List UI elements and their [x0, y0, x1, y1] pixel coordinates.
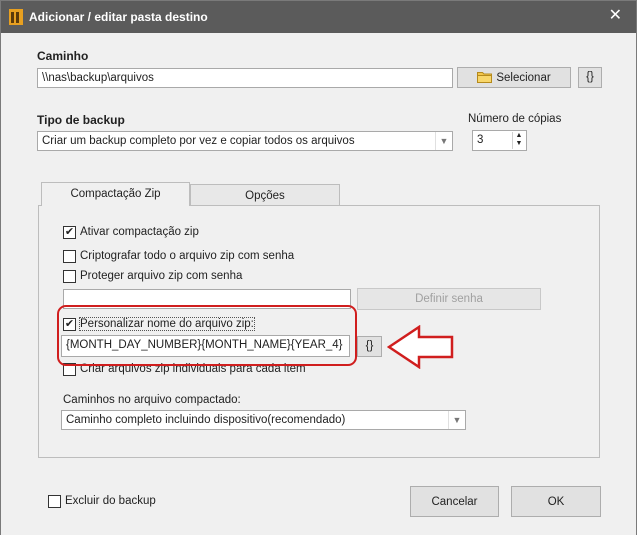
- add-edit-destination-dialog: Adicionar / editar pasta destino ✕ Camin…: [0, 0, 637, 535]
- encrypt-zip-label: Criptografar todo o arquivo zip com senh…: [80, 250, 295, 262]
- exclude-from-backup-checkbox[interactable]: [48, 495, 61, 508]
- stepper-buttons: ▲ ▼: [512, 132, 525, 149]
- folder-icon: [477, 72, 493, 83]
- annotation-highlight-box: [57, 305, 357, 366]
- select-folder-label: Selecionar: [496, 72, 551, 84]
- zip-paths-value: Caminho completo incluindo dispositivo(r…: [66, 414, 346, 426]
- select-folder-button[interactable]: Selecionar: [457, 67, 571, 88]
- stepper-up-icon[interactable]: ▲: [513, 132, 525, 140]
- copies-label: Número de cópias: [468, 113, 562, 125]
- cancel-button[interactable]: Cancelar: [410, 486, 499, 517]
- enable-zip-checkbox[interactable]: ✔: [63, 226, 76, 239]
- annotation-arrow-icon: [387, 325, 454, 369]
- title-bar: Adicionar / editar pasta destino ✕: [1, 1, 636, 33]
- ok-button[interactable]: OK: [511, 486, 601, 517]
- zip-paths-select[interactable]: Caminho completo incluindo dispositivo(r…: [61, 410, 466, 430]
- protect-zip-checkbox[interactable]: [63, 270, 76, 283]
- encrypt-zip-checkbox[interactable]: [63, 250, 76, 263]
- stepper-down-icon[interactable]: ▼: [513, 140, 525, 148]
- backup-type-select[interactable]: Criar um backup completo por vez e copia…: [37, 131, 453, 151]
- close-icon[interactable]: ✕: [609, 8, 622, 24]
- dialog-content: Caminho \\nas\backup\arquivos Selecionar…: [1, 33, 636, 535]
- path-variables-button[interactable]: {}: [578, 67, 602, 88]
- tab-options[interactable]: Opções: [190, 184, 340, 205]
- path-label: Caminho: [37, 49, 89, 63]
- app-icon: [9, 9, 23, 25]
- exclude-from-backup-label: Excluir do backup: [65, 495, 156, 507]
- backup-type-value: Criar um backup completo por vez e copia…: [42, 135, 355, 147]
- zip-paths-label: Caminhos no arquivo compactado:: [63, 394, 241, 406]
- copies-value: 3: [477, 134, 484, 146]
- path-input[interactable]: \\nas\backup\arquivos: [37, 68, 453, 88]
- window-title: Adicionar / editar pasta destino: [29, 10, 208, 24]
- tab-zip-compression[interactable]: Compactação Zip: [41, 182, 190, 206]
- enable-zip-label: Ativar compactação zip: [80, 226, 199, 238]
- set-password-button[interactable]: Definir senha: [357, 288, 541, 310]
- protect-zip-label: Proteger arquivo zip com senha: [80, 270, 243, 282]
- backup-type-label: Tipo de backup: [37, 113, 125, 127]
- copies-stepper[interactable]: 3 ▲ ▼: [472, 130, 527, 151]
- chevron-down-icon: ▼: [448, 411, 465, 429]
- custom-zip-name-variables-button[interactable]: {}: [357, 336, 382, 357]
- chevron-down-icon: ▼: [435, 132, 452, 150]
